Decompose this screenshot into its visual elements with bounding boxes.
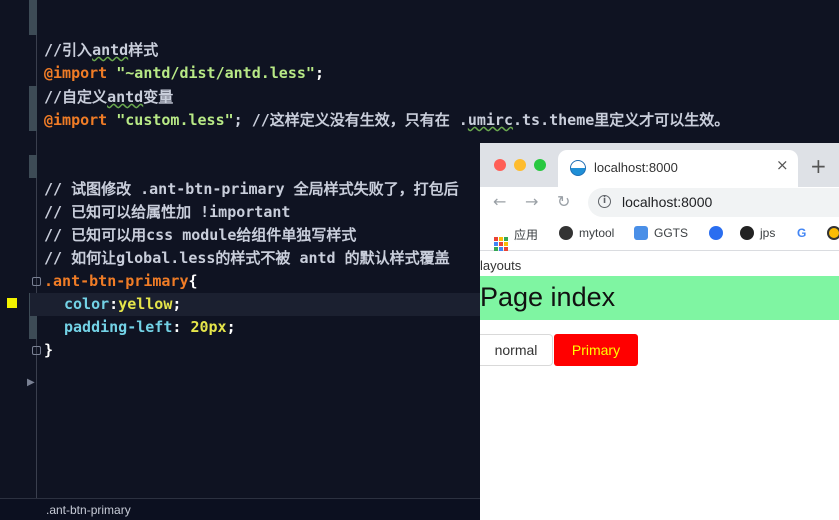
tab-title: localhost:8000 [594, 160, 678, 175]
bookmark-more[interactable] [827, 226, 839, 240]
bookmark-baidu[interactable] [709, 226, 729, 240]
fold-toggle-icon[interactable] [32, 277, 41, 286]
code-line[interactable]: // 试图修改 .ant-btn-primary 全局样式失败了，打包后 [44, 178, 459, 201]
info-icon[interactable]: i [598, 195, 611, 208]
bookmark-mytool[interactable]: mytool [559, 226, 614, 240]
primary-button[interactable]: Primary [554, 334, 638, 366]
navigation-bar: ← → ↻ i localhost:8000 [480, 187, 839, 219]
fold-toggle-icon[interactable] [32, 346, 41, 355]
code-line[interactable]: @import "~antd/dist/antd.less"; [44, 62, 324, 85]
breadcrumb[interactable]: .ant-btn-primary [46, 503, 131, 517]
camera-icon [740, 226, 754, 240]
globe-icon [559, 226, 573, 240]
normal-button[interactable]: normal [480, 334, 553, 366]
code-line[interactable]: // 如何让global.less的样式不被 antd 的默认样式覆盖 [44, 247, 450, 270]
gutter-rule [36, 0, 37, 498]
reload-button[interactable]: ↻ [557, 192, 570, 211]
code-line[interactable]: //引入antd样式 [44, 39, 158, 62]
code-line[interactable]: .ant-btn-primary{ [44, 270, 198, 293]
favicon-icon [570, 160, 586, 176]
back-button[interactable]: ← [493, 192, 506, 211]
bookmark-ggts[interactable]: GGTS [634, 226, 688, 240]
browser-window: localhost:8000 × + ← → ↻ i localhost:800… [480, 143, 839, 520]
bookmark-more-icon [827, 226, 839, 240]
minimize-window-button[interactable] [514, 159, 526, 171]
layouts-label: layouts [480, 258, 522, 273]
forward-button[interactable]: → [525, 192, 538, 211]
page-content: layouts Page index normal Primary [480, 251, 839, 520]
bookmark-jps[interactable]: jps [740, 226, 775, 240]
code-line[interactable]: } [44, 339, 53, 362]
bookmarks-bar: 应用 mytool GGTS jps G [480, 219, 839, 251]
code-line[interactable]: // 已知可以给属性加 !important [44, 201, 290, 224]
zoom-window-button[interactable] [534, 159, 546, 171]
code-line[interactable]: color:yellow; [64, 293, 181, 316]
address-bar[interactable]: i localhost:8000 [588, 188, 839, 217]
page-title-banner: Page index [480, 276, 839, 320]
code-line[interactable]: @import "custom.less"; //这样定义没有生效，只有在 .u… [44, 109, 729, 132]
code-line[interactable]: padding-left: 20px; [64, 316, 236, 339]
paw-icon [709, 226, 723, 240]
close-icon[interactable]: × [776, 156, 789, 174]
google-icon[interactable]: G [797, 226, 806, 240]
breakpoint-marker-icon[interactable] [7, 298, 17, 308]
close-window-button[interactable] [494, 159, 506, 171]
gutter-change-bar [29, 0, 37, 35]
new-tab-button[interactable]: + [810, 154, 827, 178]
address-text[interactable]: localhost:8000 [622, 194, 712, 210]
gutter-change-bar [29, 86, 37, 131]
apps-grid-icon [494, 237, 508, 251]
page-title: Page index [480, 282, 616, 312]
status-bar: .ant-btn-primary [0, 498, 480, 520]
code-line[interactable]: //自定义antd变量 [44, 86, 173, 109]
browser-tab[interactable]: localhost:8000 × [558, 150, 798, 187]
code-line[interactable]: // 已知可以用css module给组件单独写样式 [44, 224, 356, 247]
bookmark-apps[interactable]: 应用 [494, 226, 538, 251]
tab-strip: localhost:8000 × + [480, 143, 839, 187]
expand-arrow-icon[interactable]: ▶ [27, 377, 35, 388]
gutter-change-bar [29, 155, 37, 178]
bookmark-ggts-icon [634, 226, 648, 240]
